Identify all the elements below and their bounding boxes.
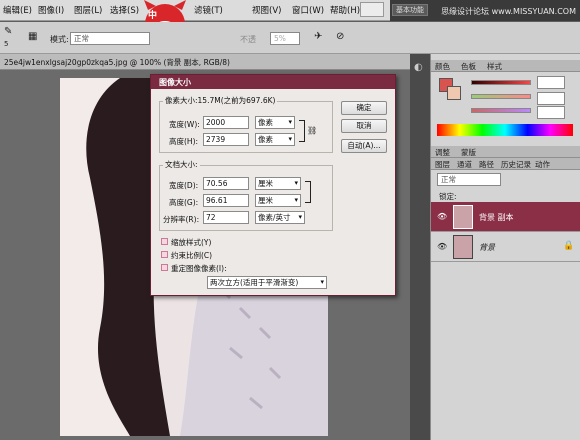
- layer-row[interactable]: 👁 背景 副本: [431, 202, 580, 232]
- menu-view[interactable]: 视图(V): [252, 4, 281, 16]
- doc-height-unit-select[interactable]: 厘米: [255, 194, 301, 207]
- resolution-unit-select[interactable]: 像素/英寸: [255, 211, 305, 224]
- right-panels: 颜色 色板 样式 调整 蒙版 图层 通道 路径 历史记录 动作 正常 锁定: 👁…: [430, 54, 580, 440]
- tab-channels[interactable]: 通道: [457, 159, 472, 170]
- pressure-icon[interactable]: ⊘: [336, 31, 344, 42]
- tab-color[interactable]: 颜色: [435, 61, 450, 72]
- mascot-text: 中: [148, 11, 158, 21]
- doc-width-unit-select[interactable]: 厘米: [255, 177, 301, 190]
- layer-thumbnail: [453, 235, 473, 259]
- doc-width-label: 宽度(D):: [169, 181, 199, 190]
- document-size-label: 文档大小:: [163, 159, 200, 170]
- dialog-titlebar[interactable]: 图像大小: [151, 75, 395, 89]
- brush-panel-icon[interactable]: ▦: [28, 31, 37, 42]
- menu-filter[interactable]: 滤镜(T): [194, 4, 223, 16]
- resolution-input[interactable]: 72: [203, 211, 249, 224]
- options-bar: ✎ 5 ▦ 模式: 正常 不透 5% ✈ ⊘: [0, 22, 580, 54]
- link-bracket: [299, 120, 305, 142]
- eye-icon[interactable]: 👁: [437, 212, 447, 221]
- blue-slider[interactable]: [471, 108, 531, 113]
- layers-panel-header: 图层 通道 路径 历史记录 动作: [431, 158, 580, 170]
- tab-styles[interactable]: 样式: [487, 61, 502, 72]
- pixel-dimensions-label: 像素大小:15.7M(之前为697.6K): [163, 95, 278, 106]
- red-slider[interactable]: [471, 80, 531, 85]
- blue-value[interactable]: [537, 106, 565, 119]
- blend-mode-select[interactable]: 正常: [437, 173, 501, 186]
- menu-layer[interactable]: 图层(L): [74, 4, 102, 16]
- brush-size[interactable]: 5: [4, 40, 8, 48]
- watermark-text: 思缘设计论坛 www.MISSYUAN.COM: [441, 7, 576, 16]
- tab-masks[interactable]: 蒙版: [461, 147, 476, 158]
- menu-window[interactable]: 窗口(W): [292, 4, 324, 16]
- adjust-panel-header: 调整 蒙版: [431, 146, 580, 158]
- tab-adjustments[interactable]: 调整: [435, 147, 450, 158]
- cancel-button[interactable]: 取消: [341, 119, 387, 133]
- opacity-label: 不透: [240, 35, 256, 44]
- lock-label: 锁定:: [439, 192, 457, 201]
- layer-name[interactable]: 背景: [479, 242, 495, 253]
- dialog-title: 图像大小: [159, 78, 191, 87]
- resample-checkbox[interactable]: [161, 264, 168, 271]
- layer-name[interactable]: 背景 副本: [479, 212, 514, 223]
- height-input[interactable]: 2739: [203, 133, 249, 146]
- height-unit-select[interactable]: 像素: [255, 133, 295, 146]
- constrain-checkbox[interactable]: [161, 251, 168, 258]
- red-value[interactable]: [537, 76, 565, 89]
- menu-help[interactable]: 帮助(H): [330, 4, 360, 16]
- tab-layers[interactable]: 图层: [435, 159, 450, 170]
- height-label: 高度(H):: [169, 137, 199, 146]
- layer-thumbnail: [453, 205, 473, 229]
- constrain-label: 约束比例(C): [171, 251, 213, 260]
- lock-icon: 🔒: [563, 241, 575, 251]
- image-size-dialog: 图像大小 像素大小:15.7M(之前为697.6K) 宽度(W): 2000 像…: [150, 74, 396, 296]
- menu-edit[interactable]: 编辑(E): [3, 4, 32, 16]
- mode-label: 模式:: [50, 35, 69, 44]
- screen-mode-icon[interactable]: [360, 2, 384, 17]
- airbrush-icon[interactable]: ✈: [314, 31, 322, 42]
- green-slider[interactable]: [471, 94, 531, 99]
- width-label: 宽度(W):: [169, 120, 200, 129]
- color-panel-header: 颜色 色板 样式: [431, 60, 580, 72]
- mode-select[interactable]: 正常: [70, 32, 150, 45]
- app-bar-right: 基本功能 思缘设计论坛 www.MISSYUAN.COM: [390, 0, 580, 21]
- doc-height-input[interactable]: 96.61: [203, 194, 249, 207]
- menu-image[interactable]: 图像(I): [38, 4, 64, 16]
- color-panel-icon[interactable]: ◐: [414, 62, 423, 73]
- panel-icon-strip: ◐: [410, 54, 430, 440]
- ok-button[interactable]: 确定: [341, 101, 387, 115]
- resolution-label: 分辨率(R):: [163, 215, 200, 224]
- color-spectrum-bar[interactable]: [437, 124, 573, 136]
- doc-link-bracket: [305, 181, 311, 203]
- resample-method-select[interactable]: 两次立方(适用于平滑渐变): [207, 276, 327, 289]
- workspace-switcher[interactable]: 基本功能: [392, 4, 428, 16]
- auto-button[interactable]: 自动(A)...: [341, 139, 387, 153]
- layer-row[interactable]: 👁 背景 🔒: [431, 232, 580, 262]
- green-value[interactable]: [537, 92, 565, 105]
- flow-value[interactable]: 5%: [270, 32, 300, 45]
- width-unit-select[interactable]: 像素: [255, 116, 295, 129]
- tab-paths[interactable]: 路径: [479, 159, 494, 170]
- doc-width-input[interactable]: 70.56: [203, 177, 249, 190]
- scale-styles-label: 缩放样式(Y): [171, 238, 212, 247]
- tab-history[interactable]: 历史记录: [501, 159, 531, 170]
- document-tab[interactable]: 25e4jw1enxlgsaj20gp0zkqa5.jpg @ 100% (背景…: [4, 57, 230, 68]
- doc-height-label: 高度(G):: [169, 198, 199, 207]
- tab-actions[interactable]: 动作: [535, 159, 550, 170]
- resample-label: 重定图像像素(I):: [171, 264, 227, 273]
- brush-icon[interactable]: ✎: [4, 26, 12, 37]
- scale-styles-checkbox[interactable]: [161, 238, 168, 245]
- width-input[interactable]: 2000: [203, 116, 249, 129]
- menu-select[interactable]: 选择(S): [110, 4, 139, 16]
- eye-icon[interactable]: 👁: [437, 242, 447, 251]
- background-color-swatch[interactable]: [447, 86, 461, 100]
- chain-link-icon: ⛓: [307, 126, 318, 135]
- tab-swatches[interactable]: 色板: [461, 61, 476, 72]
- document-tab-bar: 25e4jw1enxlgsaj20gp0zkqa5.jpg @ 100% (背景…: [0, 54, 410, 70]
